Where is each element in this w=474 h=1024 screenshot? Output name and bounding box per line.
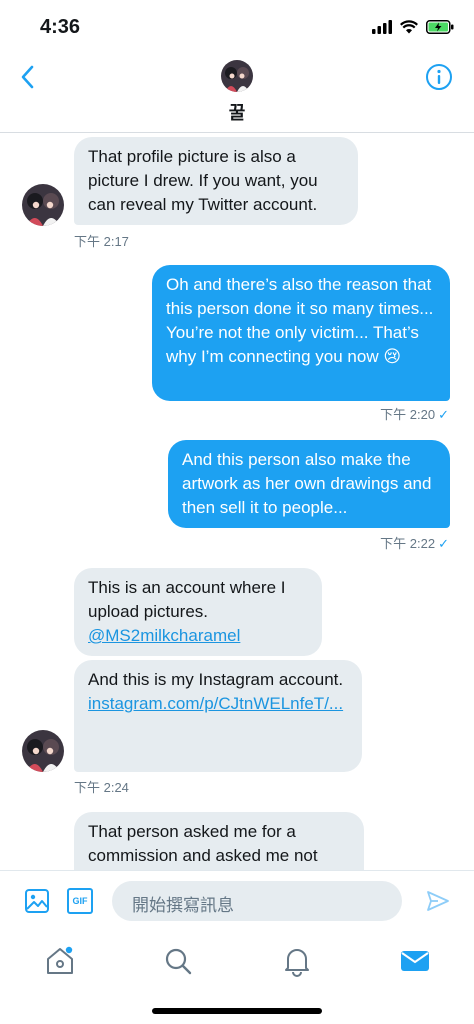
message-text: And this is my Instagram account. [88, 670, 344, 689]
timestamp-text: 下午 2:20 [380, 407, 436, 422]
message-text: Oh and there’s also the reason that this… [166, 275, 434, 366]
header-avatar[interactable] [221, 60, 253, 92]
search-icon[interactable] [161, 944, 195, 978]
twitter-account-link[interactable]: @MS2milkcharamel [88, 626, 240, 645]
notifications-icon[interactable] [280, 944, 314, 978]
conversation-header: 꿀 [0, 52, 474, 133]
battery-charging-icon [426, 20, 454, 34]
message-timestamp: 下午 2:24 [74, 780, 129, 795]
info-icon[interactable] [424, 62, 454, 92]
outgoing-message[interactable]: And this person also make the artwork as… [168, 440, 450, 528]
message-input-placeholder: 開始撰寫訊息 [132, 896, 234, 915]
home-icon[interactable] [43, 944, 77, 978]
message-timestamp: 下午 2:20 ✓ [380, 404, 449, 423]
read-check-icon: ✓ [438, 407, 449, 422]
wifi-icon [400, 20, 418, 34]
signal-icon [372, 20, 392, 34]
incoming-message[interactable]: This is an account where I upload pictur… [74, 568, 322, 656]
message-timestamp: 下午 2:17 [74, 234, 129, 249]
home-indicator [152, 1008, 322, 1014]
message-text: This is an account where I upload pictur… [88, 578, 286, 621]
instagram-link[interactable]: instagram.com/p/CJtnWELnfeT/... [88, 694, 343, 713]
conversation-title[interactable]: 꿀 [0, 99, 474, 125]
incoming-message[interactable]: And this is my Instagram account. instag… [74, 660, 362, 772]
back-chevron-icon[interactable] [14, 62, 44, 92]
status-icons [372, 20, 454, 34]
status-bar: 4:36 [0, 0, 474, 52]
read-check-icon: ✓ [438, 536, 449, 551]
send-icon[interactable] [426, 889, 450, 913]
message-composer: GIF 開始撰寫訊息 [0, 870, 474, 931]
message-text: That profile picture is also a picture I… [88, 147, 318, 214]
status-time: 4:36 [40, 16, 81, 38]
message-input[interactable]: 開始撰寫訊息 [112, 881, 402, 921]
photo-icon[interactable] [24, 888, 50, 914]
timestamp-text: 下午 2:22 [380, 536, 436, 551]
sender-avatar[interactable] [22, 184, 64, 226]
sender-avatar[interactable] [22, 730, 64, 772]
incoming-message[interactable]: That profile picture is also a picture I… [74, 137, 358, 225]
message-text: And this person also make the artwork as… [182, 450, 432, 517]
gif-button[interactable]: GIF [67, 888, 93, 914]
message-text: That person asked me for a commission an… [88, 822, 318, 865]
messages-icon[interactable] [398, 944, 432, 978]
outgoing-message[interactable]: Oh and there’s also the reason that this… [152, 265, 450, 401]
message-timestamp: 下午 2:22 ✓ [380, 533, 449, 552]
